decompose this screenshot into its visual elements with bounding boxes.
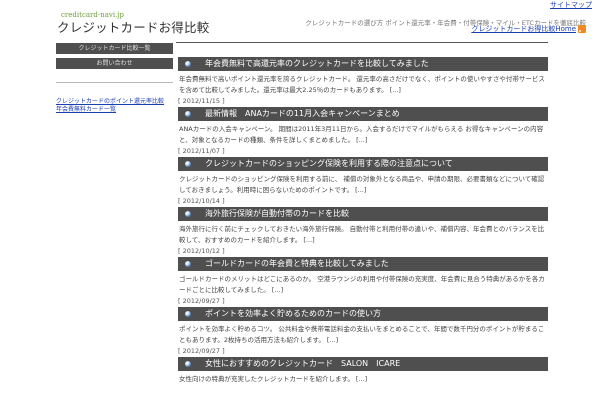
bullet-icon: [185, 161, 191, 167]
sitemap-link[interactable]: サイトマップ: [550, 0, 592, 10]
post-title[interactable]: ゴールドカードの年会費と特典を比較してみました: [178, 257, 548, 271]
post-title-text: ポイントを効率よく貯めるためのカードの使い方: [205, 309, 381, 318]
bullet-icon: [185, 111, 191, 117]
sidebar-link[interactable]: クレジットカードのポイント還元率比較: [56, 98, 173, 106]
post-title-text: ゴールドカードの年会費と特典を比較してみました: [205, 259, 389, 268]
post-excerpt: クレジットカードのショッピング保険を利用する前に、 補償の対象外となる商品や、申…: [179, 175, 545, 194]
sidebar: クレジットカード比較一覧 お問い合わせ クレジットカードのポイント還元率比較 年…: [56, 43, 173, 114]
post-date: [ 2012/10/12 ]: [178, 247, 225, 255]
sidebar-button-contact[interactable]: お問い合わせ: [56, 58, 173, 69]
post-title[interactable]: 女性におすすめのクレジットカード SALON ICARE: [178, 357, 548, 371]
bullet-icon: [185, 261, 191, 267]
post-title-text: クレジットカードのショッピング保険を利用する際の注意点について: [205, 159, 453, 168]
post-date: [ 2012/09/27 ]: [178, 297, 225, 305]
sidebar-link[interactable]: 年会費無料カード一覧: [56, 106, 173, 114]
post-title[interactable]: 海外旅行保険が自動付帯のカードを比較: [178, 207, 548, 221]
post-title[interactable]: ポイントを効率よく貯めるためのカードの使い方: [178, 307, 548, 321]
post-list: 年会費無料で高還元率のクレジットカードを比較してみました 年会費無料で高いポイン…: [178, 57, 548, 386]
header-nav: クレジットカードお得比較Home: [471, 24, 586, 34]
post-item: 女性におすすめのクレジットカード SALON ICARE 女性向けの特典が充実し…: [178, 357, 548, 385]
post-title-text: 女性におすすめのクレジットカード SALON ICARE: [205, 359, 401, 368]
post-excerpt: ポイントを効率よく貯めるコツ。 公共料金や携帯電話料金の支払いをまとめることで、…: [179, 325, 545, 344]
header-divider: [176, 42, 548, 43]
sidebar-divider: [56, 82, 173, 83]
post-excerpt: ゴールドカードのメリットはどこにあるのか。 空港ラウンジの利用や付帯保険の充実度…: [179, 275, 545, 294]
post-title[interactable]: 最新情報 ANAカードの11月入会キャンペーンまとめ: [178, 107, 548, 121]
post-excerpt: 年会費無料で高いポイント還元率を誇るクレジットカード。 還元率の高さだけでなく、…: [179, 75, 545, 94]
post-excerpt: ANAカードの入会キャンペーン。 期間は2011年3月11日から。入会するだけで…: [179, 125, 544, 144]
post-item: 最新情報 ANAカードの11月入会キャンペーンまとめ ANAカードの入会キャンペ…: [178, 107, 548, 156]
post-title[interactable]: 年会費無料で高還元率のクレジットカードを比較してみました: [178, 57, 548, 71]
post-item: ゴールドカードの年会費と特典を比較してみました ゴールドカードのメリットはどこに…: [178, 257, 548, 306]
sidebar-button-compare[interactable]: クレジットカード比較一覧: [56, 43, 173, 54]
post-item: ポイントを効率よく貯めるためのカードの使い方 ポイントを効率よく貯めるコツ。 公…: [178, 307, 548, 356]
post-item: 海外旅行保険が自動付帯のカードを比較 海外旅行に行く前にチェックしておきたい海外…: [178, 207, 548, 256]
post-date: [ 2012/11/07 ]: [178, 147, 225, 155]
home-link[interactable]: クレジットカードお得比較Home: [471, 24, 576, 34]
bullet-icon: [185, 311, 191, 317]
bullet-icon: [185, 61, 191, 67]
post-date: [ 2012/09/27 ]: [178, 347, 225, 355]
post-title-text: 年会費無料で高還元率のクレジットカードを比較してみました: [205, 59, 429, 68]
post-date: [ 2012/11/15 ]: [178, 97, 225, 105]
post-title[interactable]: クレジットカードのショッピング保険を利用する際の注意点について: [178, 157, 548, 171]
post-excerpt: 海外旅行に行く前にチェックしておきたい海外旅行保険。 自動付帯と利用付帯の違いや…: [179, 225, 545, 244]
post-item: 年会費無料で高還元率のクレジットカードを比較してみました 年会費無料で高いポイン…: [178, 57, 548, 106]
logo-domain: creditcard-navi.jp: [61, 11, 124, 19]
logo-title: クレジットカードお得比較: [57, 20, 210, 35]
post-item: クレジットカードのショッピング保険を利用する際の注意点について クレジットカード…: [178, 157, 548, 206]
sidebar-links: クレジットカードのポイント還元率比較 年会費無料カード一覧: [56, 98, 173, 114]
bullet-icon: [185, 211, 191, 217]
rss-icon[interactable]: [578, 25, 586, 33]
post-date: [ 2012/10/14 ]: [178, 197, 225, 205]
post-title-text: 海外旅行保険が自動付帯のカードを比較: [205, 209, 349, 218]
post-title-text: 最新情報 ANAカードの11月入会キャンペーンまとめ: [205, 109, 400, 118]
site-logo[interactable]: creditcard-navi.jp クレジットカードお得比較: [57, 11, 209, 36]
bullet-icon: [185, 361, 191, 367]
post-excerpt: 女性向けの特典が充実したクレジットカードを紹介します。 [...]: [179, 375, 368, 383]
